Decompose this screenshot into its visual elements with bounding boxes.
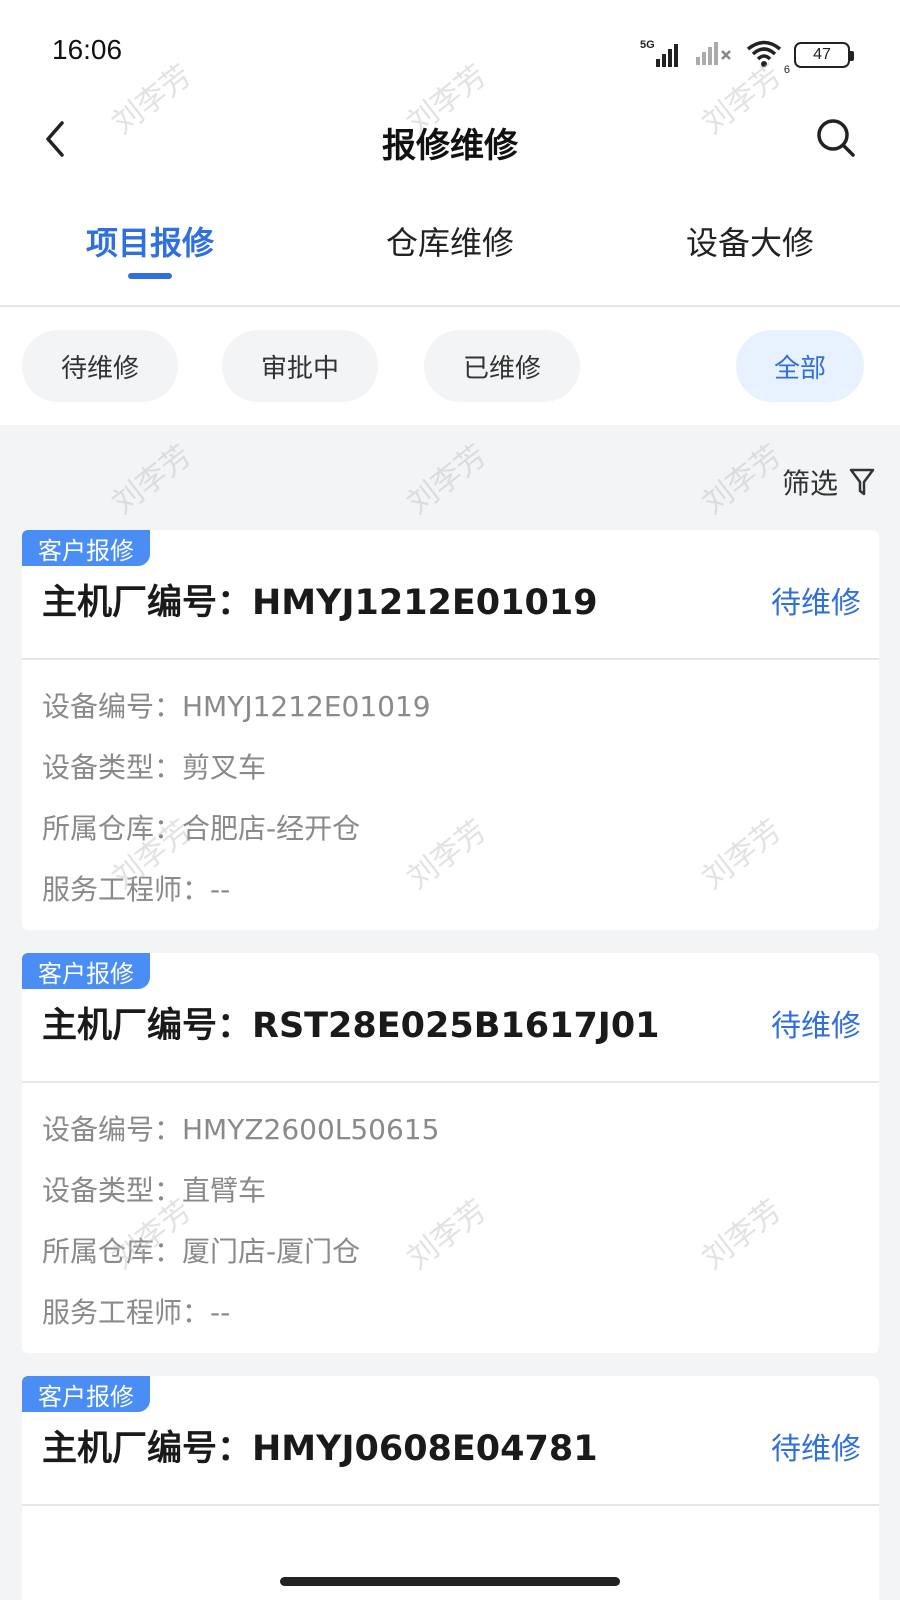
network-type: 5G bbox=[640, 39, 655, 51]
repair-card[interactable]: 客户报修 主机厂编号：RST28E025B1617J01 待维修 设备编号：HM… bbox=[22, 953, 879, 1353]
card-title: 主机厂编号：HMYJ0608E04781 bbox=[42, 1429, 598, 1469]
card-tag: 客户报修 bbox=[22, 530, 150, 566]
battery-icon: 47 bbox=[794, 42, 854, 68]
card-status: 待维修 bbox=[771, 586, 861, 621]
detail-equipment-type: 设备类型：直臂车 bbox=[42, 1174, 267, 1207]
card-header: 客户报修 主机厂编号：HMYJ1212E01019 待维修 bbox=[22, 530, 879, 660]
cellular-signal-2-icon bbox=[694, 39, 734, 71]
status-icons: 5G 6 47 bbox=[640, 38, 854, 76]
card-header: 客户报修 主机厂编号：RST28E025B1617J01 待维修 bbox=[22, 953, 879, 1083]
chip-all[interactable]: 全部 bbox=[736, 330, 864, 402]
detail-engineer: 服务工程师：-- bbox=[42, 1296, 231, 1329]
card-header: 客户报修 主机厂编号：HMYJ0608E04781 待维修 bbox=[22, 1376, 879, 1506]
tab-label: 仓库维修 bbox=[385, 224, 514, 262]
page-title: 报修维修 bbox=[382, 126, 518, 166]
filter-button[interactable]: 筛选 bbox=[782, 462, 876, 502]
tab-bar: 项目报修 仓库维修 设备大修 bbox=[0, 200, 900, 305]
card-title: 主机厂编号：RST28E025B1617J01 bbox=[42, 1006, 660, 1046]
status-bar: 16:06 5G 6 47 bbox=[0, 0, 900, 100]
card-status: 待维修 bbox=[771, 1432, 861, 1467]
tab-label: 设备大修 bbox=[685, 224, 814, 262]
chip-under-approval[interactable]: 审批中 bbox=[222, 330, 378, 402]
chip-label: 已维修 bbox=[462, 353, 541, 384]
tab-warehouse-repair[interactable]: 仓库维修 bbox=[300, 200, 600, 305]
watermark: 刘李芳 bbox=[695, 438, 789, 522]
header-section: 16:06 5G 6 47 报修维修 项目报修 仓库维修 设备大修 待维修 审批… bbox=[0, 0, 900, 425]
detail-equipment-no: 设备编号：HMYJ1212E01019 bbox=[42, 690, 431, 723]
tab-divider bbox=[0, 305, 900, 307]
detail-equipment-no: 设备编号：HMYZ2600L50615 bbox=[42, 1113, 440, 1146]
watermark: 刘李芳 bbox=[105, 438, 199, 522]
filter-icon bbox=[849, 468, 875, 496]
navigation-bar: 报修维修 bbox=[0, 100, 900, 180]
filter-label: 筛选 bbox=[781, 467, 838, 500]
card-tag: 客户报修 bbox=[22, 1376, 150, 1412]
chip-label: 审批中 bbox=[260, 353, 339, 384]
chip-label: 全部 bbox=[773, 353, 826, 384]
chip-repaired[interactable]: 已维修 bbox=[424, 330, 580, 402]
tab-label: 项目报修 bbox=[85, 224, 214, 262]
search-icon bbox=[817, 119, 855, 157]
battery-level: 47 bbox=[813, 46, 831, 63]
chip-label: 待维修 bbox=[60, 353, 139, 384]
tab-project-repair[interactable]: 项目报修 bbox=[0, 200, 300, 305]
card-tag: 客户报修 bbox=[22, 953, 150, 989]
watermark: 刘李芳 bbox=[400, 438, 494, 522]
home-indicator[interactable] bbox=[280, 1577, 620, 1586]
card-details: 设备编号：HMYJ1212E01019 设备类型：剪叉车 所属仓库：合肥店-经开… bbox=[42, 685, 431, 929]
status-filter-chips: 待维修 审批中 已维修 全部 bbox=[0, 330, 900, 405]
search-button[interactable] bbox=[808, 110, 864, 166]
wifi-icon: 6 bbox=[744, 38, 790, 76]
card-details: 设备编号：HMYZ2600L50615 设备类型：直臂车 所属仓库：厦门店-厦门… bbox=[42, 1108, 439, 1352]
detail-warehouse: 所属仓库：合肥店-经开仓 bbox=[42, 812, 361, 845]
cellular-signal-icon: 5G bbox=[640, 39, 684, 69]
repair-card[interactable]: 客户报修 主机厂编号：HMYJ1212E01019 待维修 设备编号：HMYJ1… bbox=[22, 530, 879, 930]
detail-warehouse: 所属仓库：厦门店-厦门仓 bbox=[42, 1235, 361, 1268]
card-status: 待维修 bbox=[771, 1009, 861, 1044]
repair-card[interactable]: 客户报修 主机厂编号：HMYJ0608E04781 待维修 bbox=[22, 1376, 879, 1600]
card-title: 主机厂编号：HMYJ1212E01019 bbox=[42, 583, 598, 623]
tab-equipment-overhaul[interactable]: 设备大修 bbox=[600, 200, 900, 305]
detail-engineer: 服务工程师：-- bbox=[42, 873, 231, 906]
status-time: 16:06 bbox=[52, 34, 123, 65]
tab-active-indicator bbox=[128, 273, 172, 279]
wifi-badge: 6 bbox=[783, 64, 790, 76]
chip-pending-repair[interactable]: 待维修 bbox=[22, 330, 178, 402]
detail-equipment-type: 设备类型：剪叉车 bbox=[42, 751, 267, 784]
